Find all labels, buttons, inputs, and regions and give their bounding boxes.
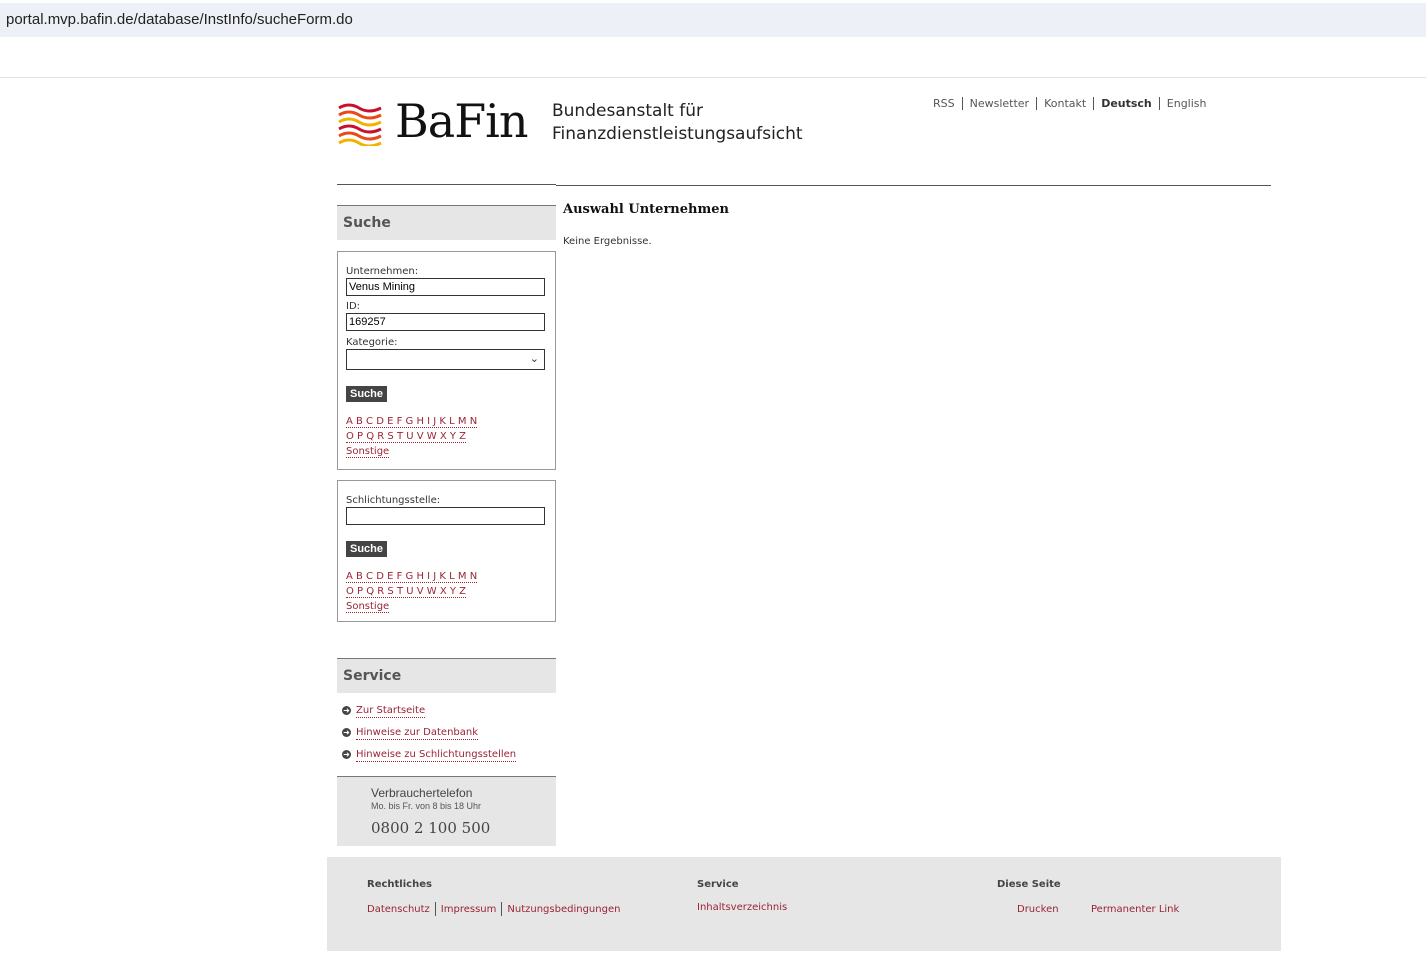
phone-hours: Mo. bis Fr. von 8 bis 18 Uhr	[371, 801, 482, 811]
service-heading: Service	[337, 658, 556, 693]
footer-link-nutzungsbedingungen[interactable]: Nutzungsbedingungen	[507, 904, 620, 915]
alphabet-row-o-z[interactable]: O P Q R S T U V W X Y Z	[346, 431, 466, 443]
service-link-label: Hinweise zur Datenbank	[356, 727, 479, 740]
service-link-arbitration[interactable]: ➜ Hinweise zu Schlichtungsstellen	[342, 748, 517, 770]
footer-link-impressum[interactable]: Impressum	[441, 904, 497, 915]
logo-wordmark: BaFin	[395, 94, 528, 148]
chevron-down-icon: ⌄	[529, 352, 539, 365]
footer-service-heading: Service	[697, 879, 739, 890]
footer-link-datenschutz[interactable]: Datenschutz	[367, 904, 430, 915]
alphabet-other-link[interactable]: Sonstige	[346, 446, 390, 458]
footer: Rechtliches Datenschutz Impressum Nutzungs…	[327, 857, 1281, 951]
arrow-circle-icon: ➜	[342, 706, 351, 715]
service-link-database[interactable]: ➜ Hinweise zur Datenbank	[342, 726, 516, 748]
category-select[interactable]: ⌄	[346, 349, 545, 370]
logo-subtitle: Bundesanstalt für Finanzdienstleistungsa…	[552, 100, 803, 146]
nav-english[interactable]: English	[1158, 97, 1214, 110]
id-input[interactable]: 169257	[346, 313, 545, 331]
nav-rss[interactable]: RSS	[926, 97, 962, 110]
address-bar[interactable]: portal.mvp.bafin.de/database/InstInfo/su…	[0, 3, 1426, 37]
divider	[501, 902, 503, 916]
phone-title: Verbrauchertelefon	[371, 786, 473, 800]
footer-legal-links: Datenschutz Impressum Nutzungsbedingungen	[367, 902, 620, 916]
company-label: Unternehmen:	[346, 266, 419, 277]
search-heading: Suche	[337, 205, 556, 240]
bafin-logo[interactable]: BaFin Bundesanstalt für Finanzdienstleis…	[337, 94, 803, 156]
alphabet-row-a-n[interactable]: A B C D E F G H I J K L M N	[346, 416, 478, 428]
alphabet-index: A B C D E F G H I J K L M N O P Q R S T …	[346, 569, 547, 614]
id-label: ID:	[346, 301, 361, 312]
alphabet-row-o-z[interactable]: O P Q R S T U V W X Y Z	[346, 586, 466, 598]
search-button[interactable]: Suche	[346, 386, 388, 402]
arbitration-search-button[interactable]: Suche	[346, 541, 388, 557]
phone-number: 0800 2 100 500	[371, 819, 491, 837]
service-link-start[interactable]: ➜ Zur Startseite	[342, 704, 516, 726]
consumer-phone-box: Verbrauchertelefon Mo. bis Fr. von 8 bis…	[337, 776, 556, 846]
divider	[434, 902, 436, 916]
service-link-label: Zur Startseite	[356, 705, 426, 718]
arbitration-label: Schlichtungsstelle:	[346, 495, 441, 506]
alphabet-other-link[interactable]: Sonstige	[346, 601, 390, 613]
result-message: Keine Ergebnisse.	[563, 236, 652, 247]
divider	[556, 185, 1271, 186]
arrow-circle-icon: ➜	[342, 750, 351, 759]
page-title: Auswahl Unternehmen	[563, 202, 729, 217]
logo-subtitle-line1: Bundesanstalt für	[552, 101, 703, 121]
company-search-form: Unternehmen: Venus Mining ID: 169257 Kat…	[337, 251, 556, 470]
top-nav: RSS Newsletter Kontakt Deutsch English	[926, 97, 1214, 110]
arbitration-search-form: Schlichtungsstelle: Suche A B C D E F G …	[337, 480, 556, 622]
nav-newsletter[interactable]: Newsletter	[961, 97, 1036, 110]
logo-subtitle-line2: Finanzdienstleistungsaufsicht	[552, 124, 803, 144]
alphabet-index: A B C D E F G H I J K L M N O P Q R S T …	[346, 414, 547, 459]
nav-deutsch[interactable]: Deutsch	[1093, 97, 1159, 110]
service-links: ➜ Zur Startseite ➜ Hinweise zur Datenban…	[342, 704, 517, 770]
footer-page-heading: Diese Seite	[997, 879, 1061, 890]
nav-kontakt[interactable]: Kontakt	[1036, 97, 1093, 110]
url-text: portal.mvp.bafin.de/database/InstInfo/su…	[6, 11, 353, 28]
arbitration-input[interactable]	[346, 507, 545, 525]
company-input[interactable]: Venus Mining	[346, 278, 545, 296]
divider	[337, 184, 556, 185]
service-link-label: Hinweise zu Schlichtungsstellen	[356, 749, 517, 762]
category-label: Kategorie:	[346, 337, 398, 348]
footer-link-drucken[interactable]: Drucken	[1017, 904, 1059, 915]
bafin-logo-waves-icon	[338, 103, 382, 146]
footer-legal-heading: Rechtliches	[367, 879, 432, 890]
divider	[0, 77, 1426, 78]
alphabet-row-a-n[interactable]: A B C D E F G H I J K L M N	[346, 571, 478, 583]
arrow-circle-icon: ➜	[342, 728, 351, 737]
footer-link-inhaltsverzeichnis[interactable]: Inhaltsverzeichnis	[697, 902, 787, 913]
footer-link-permanent[interactable]: Permanenter Link	[1091, 904, 1179, 915]
